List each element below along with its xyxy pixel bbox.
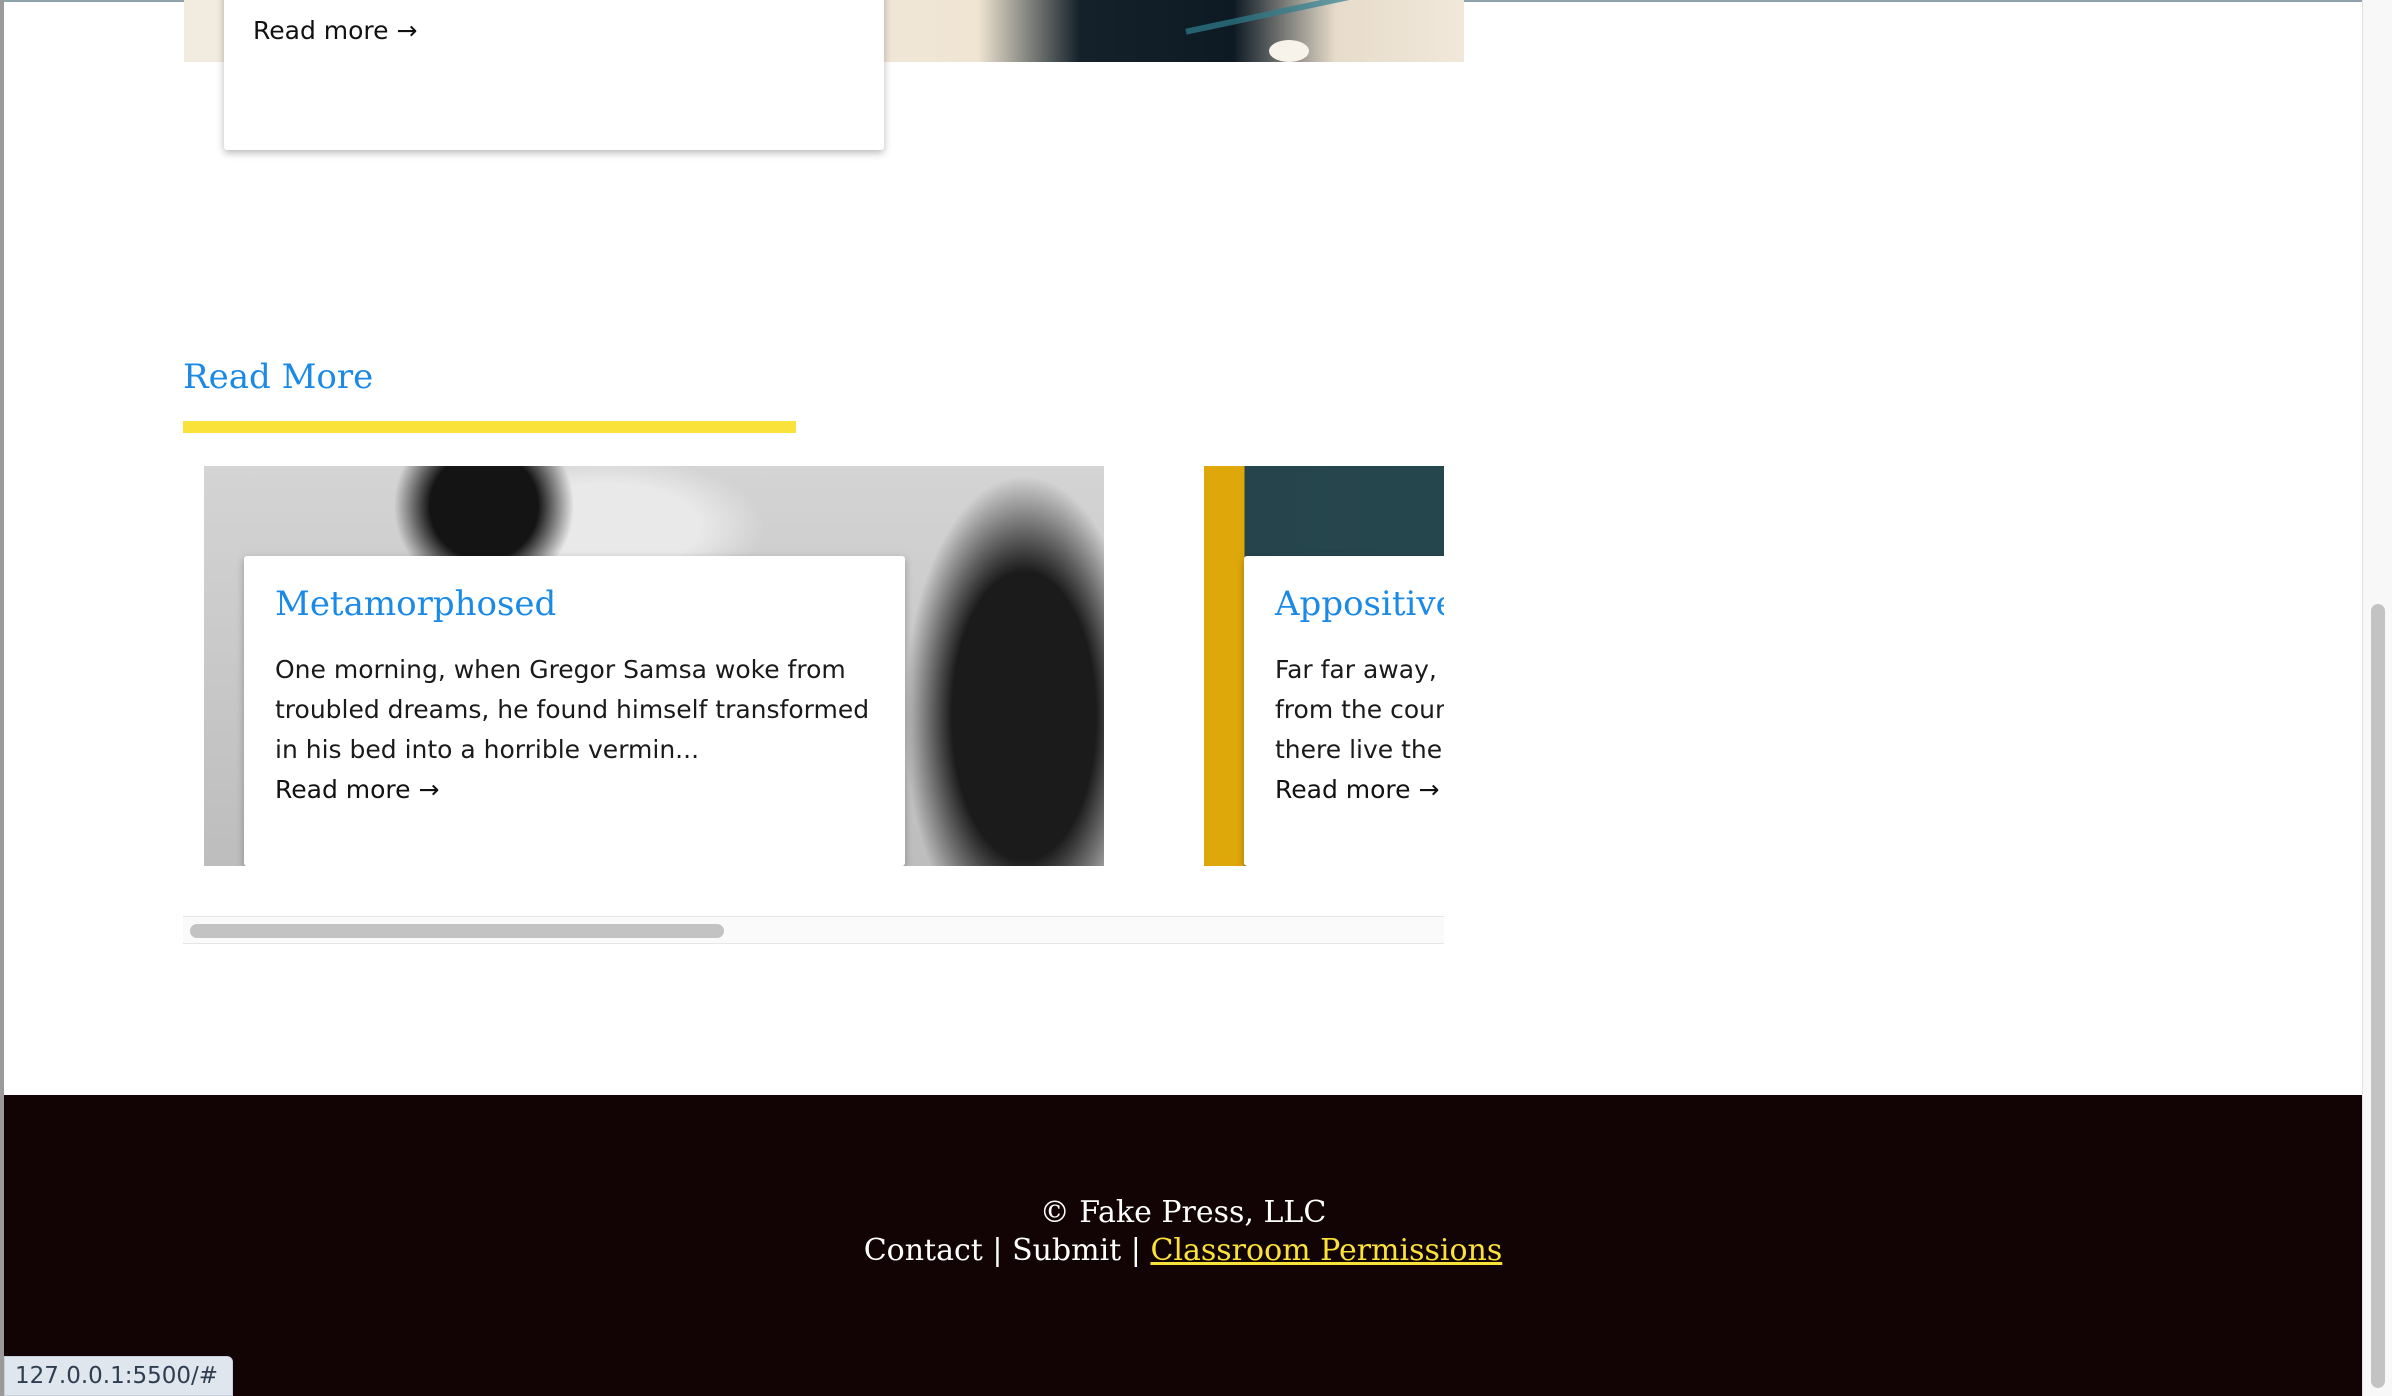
previous-card: Read more → — [224, 0, 884, 150]
article-card-metamorphosed[interactable]: Metamorphosed One morning, when Gregor S… — [204, 466, 1104, 866]
footer-classroom-permissions-link[interactable]: Classroom Permissions — [1150, 1233, 1502, 1268]
artwork-splotch — [1269, 40, 1309, 62]
footer-contact-link[interactable]: Contact — [864, 1233, 983, 1268]
status-url: 127.0.0.1:5500/# — [4, 1356, 234, 1396]
footer-separator: | — [992, 1233, 1003, 1268]
previous-card-read-more-link[interactable]: Read more → — [253, 16, 417, 45]
card-excerpt: One morning, when Gregor Samsa woke from… — [275, 655, 870, 764]
card-excerpt: Far far away, behind the word mountains,… — [1275, 655, 1444, 764]
footer-submit-link[interactable]: Submit — [1012, 1233, 1121, 1268]
card-body: Appositive Far far away, behind the word… — [1244, 556, 1444, 866]
footer-links: Contact | Submit | Classroom Permissions — [4, 1233, 2362, 1268]
carousel-scrollbar-thumb[interactable] — [190, 924, 724, 938]
page-scrollbar-thumb[interactable] — [2371, 604, 2385, 1388]
card-read-more-link[interactable]: Read more → — [275, 770, 874, 810]
footer-separator: | — [1130, 1233, 1141, 1268]
artwork-stroke — [1185, 0, 1363, 35]
carousel-scrollbar[interactable] — [183, 916, 1444, 944]
card-read-more-link[interactable]: Read more → — [1275, 770, 1444, 810]
article-card-appositive[interactable]: Appositive Far far away, behind the word… — [1204, 466, 1444, 866]
heading-underline — [183, 421, 796, 433]
footer-copyright: © Fake Press, LLC — [1039, 1195, 1327, 1230]
read-more-heading: Read More — [183, 357, 374, 397]
page-scrollbar[interactable] — [2362, 0, 2392, 1396]
card-body: Metamorphosed One morning, when Gregor S… — [244, 556, 905, 866]
site-footer: © Fake Press, LLC Contact | Submit | Cla… — [4, 1095, 2362, 1396]
card-title[interactable]: Metamorphosed — [275, 584, 874, 624]
card-title[interactable]: Appositive — [1275, 584, 1444, 624]
card-carousel[interactable]: Metamorphosed One morning, when Gregor S… — [183, 466, 1444, 866]
